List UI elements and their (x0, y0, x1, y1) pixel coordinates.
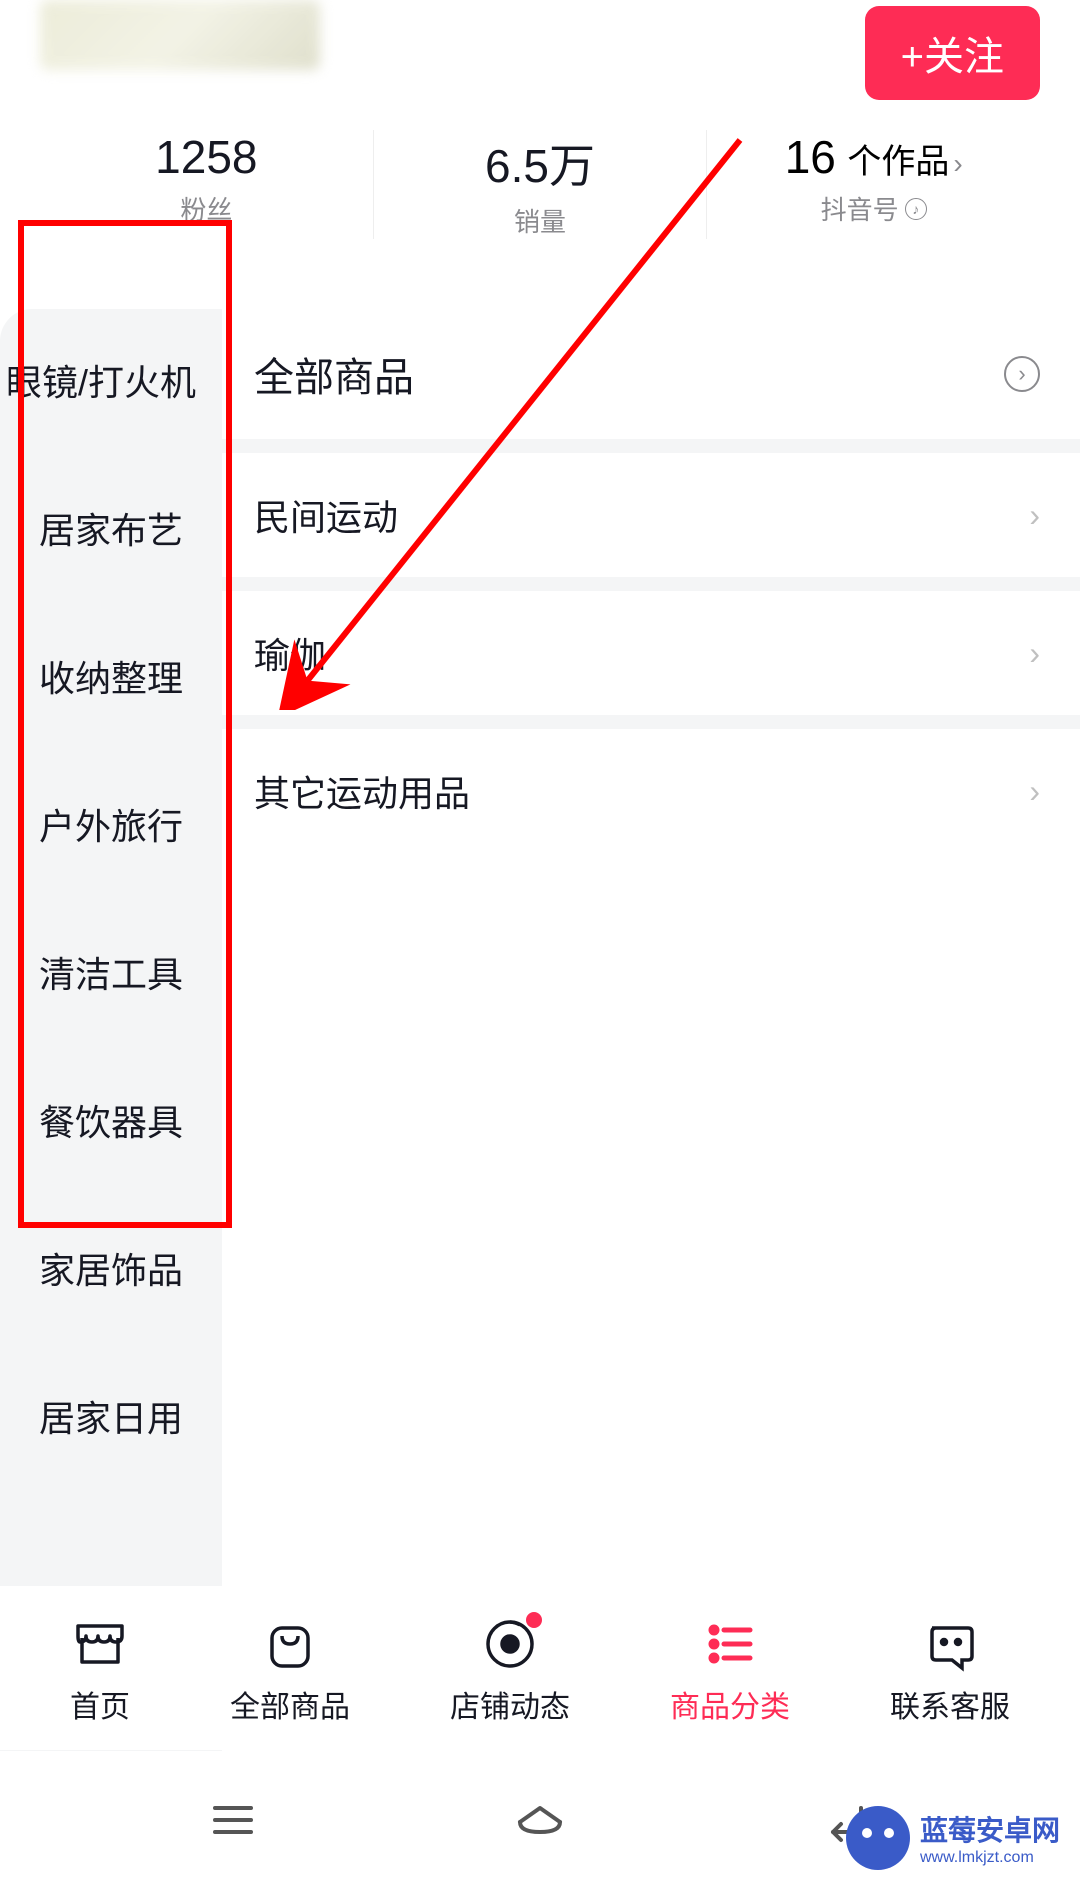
nav-label: 全部商品 (230, 1682, 350, 1726)
sidebar-item[interactable]: 餐饮器具 (0, 1046, 222, 1194)
profile-header: +关注 1258 粉丝 6.5万 销量 16 个作品› 抖音号 ♪ (0, 0, 1080, 279)
sidebar-item[interactable]: 收纳整理 (0, 602, 222, 750)
follow-button[interactable]: +关注 (865, 6, 1040, 100)
stat-value: 1258 (155, 130, 257, 184)
notification-dot-icon (526, 1612, 542, 1628)
avatar-blurred (40, 0, 320, 70)
chevron-right-icon: › (1029, 497, 1040, 534)
section-header[interactable]: 全部商品 › (222, 309, 1080, 439)
stat-label: 抖音号 ♪ (821, 190, 927, 227)
category-label: 民间运动 (254, 489, 398, 541)
watermark-sub: www.lmkjzt.com (920, 1849, 1034, 1867)
stat-value: 6.5万 (485, 130, 595, 196)
watermark-logo-icon (846, 1806, 910, 1870)
nav-all-products[interactable]: 全部商品 (230, 1616, 350, 1726)
sidebar-item[interactable]: 居家日用 (0, 1342, 222, 1490)
sidebar-item[interactable]: 居家布艺 (0, 454, 222, 602)
system-menu-button[interactable] (193, 1780, 273, 1860)
content-area: 眼镜/打火机 居家布艺 收纳整理 户外旅行 清洁工具 餐饮器具 家居饰品 居家日… (0, 309, 1080, 1751)
watermark: 蓝莓安卓网 www.lmkjzt.com (846, 1806, 1060, 1870)
chevron-right-icon: › (953, 148, 962, 179)
section-title: 全部商品 (254, 345, 414, 403)
sidebar-item[interactable]: 户外旅行 (0, 750, 222, 898)
store-icon (72, 1616, 128, 1672)
nav-label: 店铺动态 (450, 1682, 570, 1726)
sidebar-item[interactable]: 眼镜/打火机 (0, 309, 222, 454)
category-label: 其它运动用品 (254, 765, 470, 817)
nav-contact[interactable]: 联系客服 (890, 1616, 1010, 1726)
chevron-right-icon: › (1029, 773, 1040, 810)
nav-store-updates[interactable]: 店铺动态 (450, 1616, 570, 1726)
category-label: 瑜伽 (254, 627, 326, 679)
bottom-nav: 首页 全部商品 店铺动态 (0, 1586, 1080, 1750)
bag-icon (262, 1616, 318, 1672)
stat-label: 粉丝 (180, 190, 232, 227)
main-panel: 全部商品 › 民间运动 › 瑜伽 › 其它运动用品 › (222, 309, 1080, 1751)
disc-icon (482, 1616, 538, 1672)
chevron-right-circle-icon: › (1004, 356, 1040, 392)
category-item[interactable]: 其它运动用品 › (222, 715, 1080, 853)
list-icon (702, 1616, 758, 1672)
nav-label: 商品分类 (670, 1682, 790, 1726)
category-item[interactable]: 瑜伽 › (222, 577, 1080, 715)
category-item[interactable]: 民间运动 › (222, 439, 1080, 577)
watermark-title: 蓝莓安卓网 (920, 1809, 1060, 1849)
stat-works[interactable]: 16 个作品› 抖音号 ♪ (707, 130, 1040, 239)
stat-followers[interactable]: 1258 粉丝 (40, 130, 374, 239)
nav-categories[interactable]: 商品分类 (670, 1616, 790, 1726)
stat-label: 销量 (514, 202, 566, 239)
sidebar-item[interactable]: 家居饰品 (0, 1194, 222, 1342)
chat-icon (922, 1616, 978, 1672)
stat-value: 16 个作品› (785, 130, 963, 184)
nav-label: 联系客服 (890, 1682, 1010, 1726)
sidebar-item[interactable]: 清洁工具 (0, 898, 222, 1046)
category-sidebar: 眼镜/打火机 居家布艺 收纳整理 户外旅行 清洁工具 餐饮器具 家居饰品 居家日… (0, 309, 222, 1751)
douyin-icon: ♪ (905, 198, 927, 220)
stat-sales[interactable]: 6.5万 销量 (374, 130, 708, 239)
chevron-right-icon: › (1029, 635, 1040, 672)
stats-row: 1258 粉丝 6.5万 销量 16 个作品› 抖音号 ♪ (40, 130, 1040, 279)
nav-label: 首页 (70, 1682, 130, 1726)
nav-home[interactable]: 首页 (70, 1616, 130, 1726)
system-home-button[interactable] (500, 1780, 580, 1860)
